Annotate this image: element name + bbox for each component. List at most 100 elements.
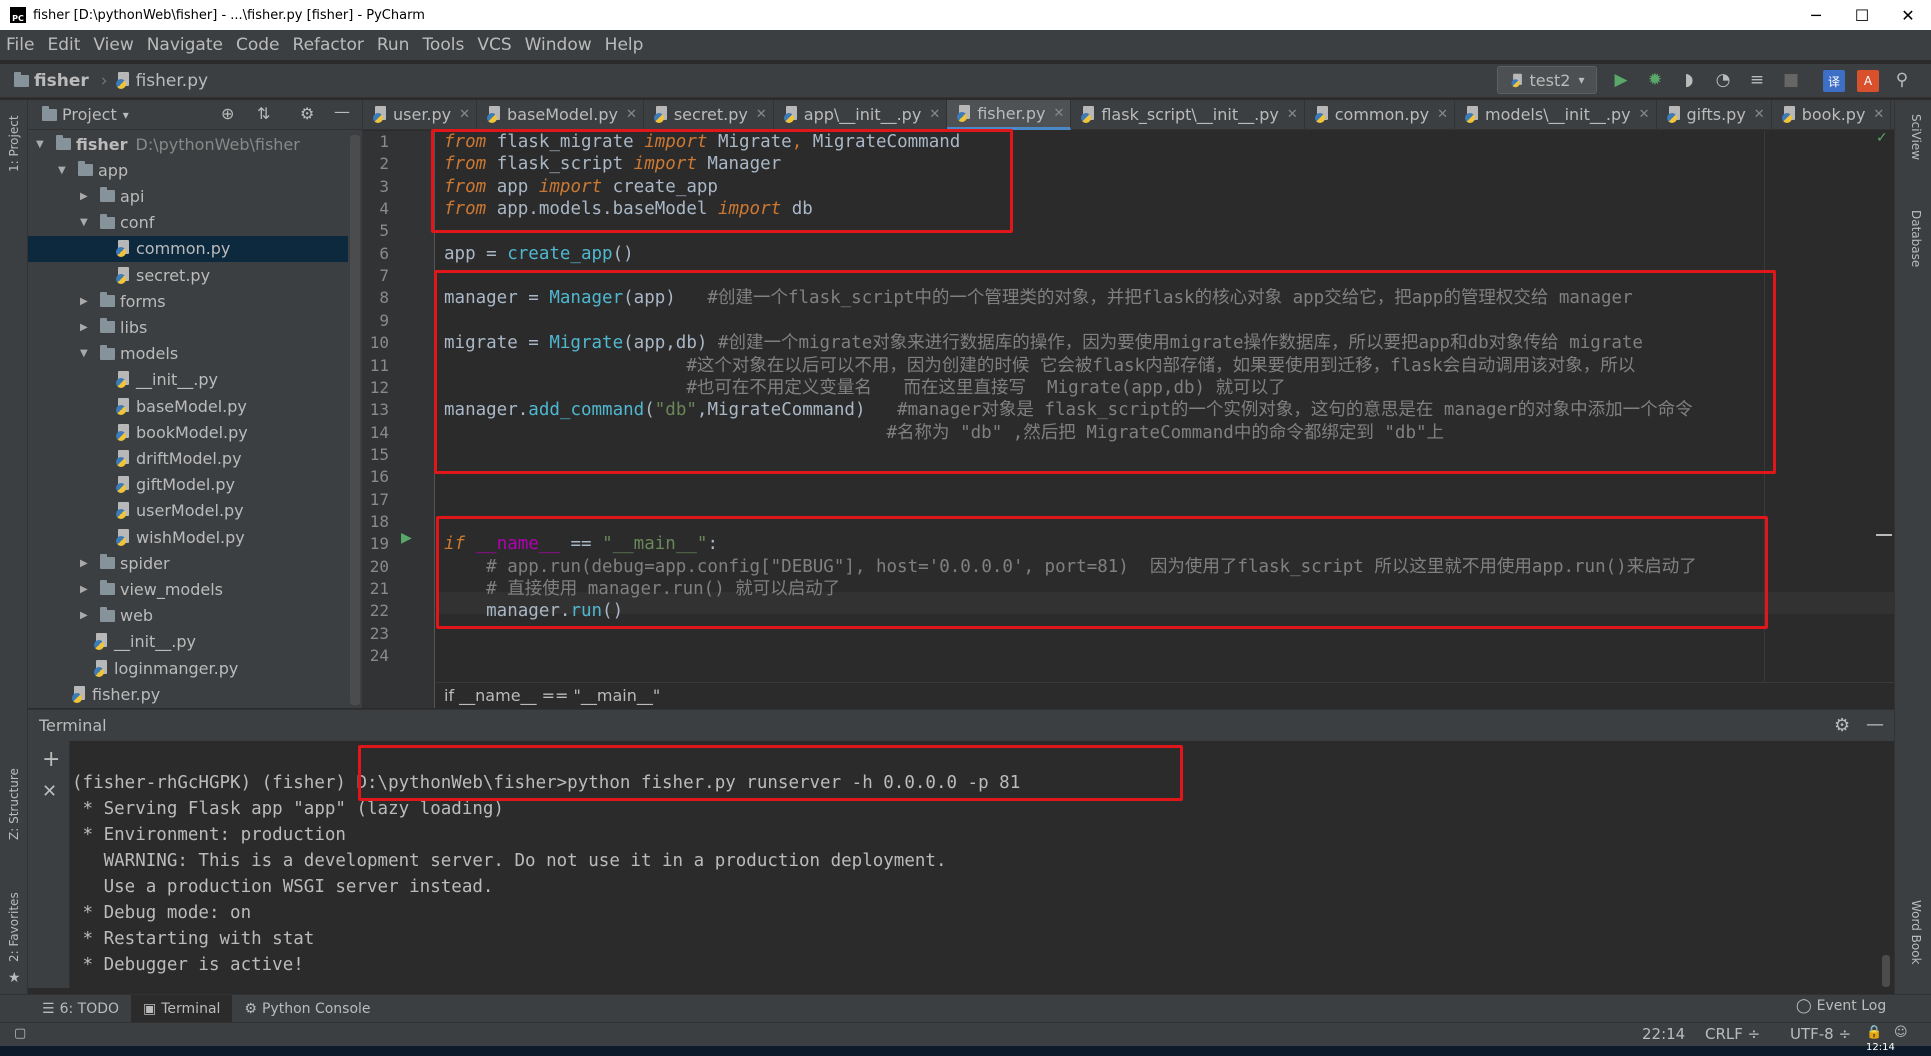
plugin-icon[interactable]: A xyxy=(1857,70,1879,92)
expand-arrow-icon[interactable]: ▶ xyxy=(80,296,94,307)
menu-item-refactor[interactable]: Refactor xyxy=(293,35,364,55)
close-button[interactable]: ✕ xyxy=(1885,6,1931,25)
tree-item-bookmodel-py[interactable]: bookModel.py xyxy=(28,419,348,445)
tab-book-py[interactable]: book.py ✕ xyxy=(1772,99,1892,130)
menu-item-edit[interactable]: Edit xyxy=(47,35,80,55)
tab-models-init-py[interactable]: models\__init__.py ✕ xyxy=(1455,99,1657,130)
search-icon[interactable]: ⚲ xyxy=(1892,70,1912,90)
tree-item-fisher-py[interactable]: fisher.py xyxy=(28,681,348,707)
menu-item-tools[interactable]: Tools xyxy=(422,35,464,55)
line-separator[interactable]: CRLF ÷ xyxy=(1705,1025,1760,1043)
debug-icon[interactable]: ✹ xyxy=(1645,70,1665,90)
caret-position[interactable]: 22:14 xyxy=(1642,1025,1685,1043)
collapse-all-icon[interactable]: ⇅ xyxy=(257,104,270,123)
panel-toggle-icon[interactable]: ▢ xyxy=(14,1026,26,1041)
expand-arrow-icon[interactable]: ▶ xyxy=(80,322,94,333)
expand-arrow-icon[interactable]: ▼ xyxy=(80,217,94,228)
hide-panel-icon[interactable]: — xyxy=(334,102,350,121)
tree-item-libs[interactable]: ▶ libs xyxy=(28,314,348,340)
tree-item--init-py[interactable]: __init__.py xyxy=(28,629,348,655)
tab-close-icon[interactable]: ✕ xyxy=(1873,107,1884,122)
tab-fisher-py[interactable]: fisher.py ✕ xyxy=(947,99,1072,130)
tab-close-icon[interactable]: ✕ xyxy=(1437,107,1448,122)
project-view-select[interactable]: Project xyxy=(62,105,117,124)
tab-close-icon[interactable]: ✕ xyxy=(626,107,637,122)
bottom-tab-6-todo[interactable]: ☰ 6: TODO xyxy=(30,995,131,1023)
tree-item-models[interactable]: ▼ models xyxy=(28,341,348,367)
expand-arrow-icon[interactable]: ▼ xyxy=(80,348,94,359)
breadcrumb-project[interactable]: fisher › xyxy=(14,71,116,91)
expand-arrow-icon[interactable]: ▶ xyxy=(80,610,94,621)
run-gutter-icon[interactable]: ▶ xyxy=(401,530,412,546)
menu-item-view[interactable]: View xyxy=(93,35,133,55)
gear-icon[interactable]: ⚙ xyxy=(300,104,314,123)
tab-gifts-py[interactable]: gifts.py ✕ xyxy=(1657,99,1772,130)
stop-icon[interactable]: ■ xyxy=(1781,70,1801,90)
lock-icon[interactable]: 🔒 xyxy=(1866,1025,1882,1040)
terminal-hide-icon[interactable]: — xyxy=(1866,714,1884,735)
expand-arrow-icon[interactable]: ▼ xyxy=(36,139,50,150)
tree-item-spider[interactable]: ▶ spider xyxy=(28,550,348,576)
tree-scrollbar[interactable] xyxy=(350,135,360,705)
tab-close-icon[interactable]: ✕ xyxy=(929,107,940,122)
expand-arrow-icon[interactable]: ▶ xyxy=(80,584,94,595)
tree-item-view-models[interactable]: ▶ view_models xyxy=(28,576,348,602)
tab-flask-script-init-py[interactable]: flask_script\__init__.py ✕ xyxy=(1071,99,1305,130)
tab-close-icon[interactable]: ✕ xyxy=(1287,107,1298,122)
tree-item-forms[interactable]: ▶ forms xyxy=(28,288,348,314)
menu-item-help[interactable]: Help xyxy=(605,35,644,55)
build-icon[interactable]: ≡ xyxy=(1747,70,1767,90)
tree-item-common-py[interactable]: common.py xyxy=(28,235,348,262)
tree-item-secret-py[interactable]: secret.py xyxy=(28,262,348,288)
sciview-tool-button[interactable]: SciView xyxy=(1909,114,1923,160)
menu-item-run[interactable]: Run xyxy=(377,35,410,55)
tab-secret-py[interactable]: secret.py ✕ xyxy=(644,99,774,130)
tree-item-conf[interactable]: ▼ conf xyxy=(28,210,348,236)
translate-icon[interactable]: 译 xyxy=(1823,70,1845,92)
new-session-icon[interactable]: + xyxy=(42,747,60,772)
favorites-tool-button[interactable]: 2: Favorites xyxy=(7,892,21,962)
expand-arrow-icon[interactable]: ▶ xyxy=(80,191,94,202)
tab-user-py[interactable]: user.py ✕ xyxy=(363,99,478,130)
tab-common-py[interactable]: common.py ✕ xyxy=(1305,99,1456,130)
tree-item-app[interactable]: ▼ app xyxy=(28,157,348,183)
run-configuration-select[interactable]: test2 ▾ xyxy=(1497,66,1597,94)
tree-item-loginmanger-py[interactable]: loginmanger.py xyxy=(28,655,348,681)
wordbook-tool-button[interactable]: Word Book xyxy=(1909,900,1923,965)
menu-item-file[interactable]: File xyxy=(6,35,34,55)
tab-close-icon[interactable]: ✕ xyxy=(756,107,767,122)
tree-item-fisher[interactable]: ▼ fisher D:\pythonWeb\fisher xyxy=(28,131,348,157)
tab-close-icon[interactable]: ✕ xyxy=(459,107,470,122)
editor-breadcrumb[interactable]: if __name__ == "__main__" xyxy=(436,682,1894,708)
expand-arrow-icon[interactable]: ▼ xyxy=(58,165,72,176)
database-tool-button[interactable]: Database xyxy=(1909,210,1923,267)
coverage-icon[interactable]: ◗ xyxy=(1679,70,1699,90)
event-log-button[interactable]: ◯ Event Log xyxy=(1796,998,1886,1014)
close-session-icon[interactable]: ✕ xyxy=(42,781,57,802)
tab-close-icon[interactable]: ✕ xyxy=(1754,107,1765,122)
inspector-icon[interactable]: ☺ xyxy=(1894,1025,1908,1040)
breadcrumb-file[interactable]: fisher.py xyxy=(115,71,208,91)
tab-app-init-py[interactable]: app\__init__.py ✕ xyxy=(774,99,948,130)
menu-item-window[interactable]: Window xyxy=(525,35,592,55)
tree-item-driftmodel-py[interactable]: driftModel.py xyxy=(28,445,348,471)
locate-icon[interactable]: ⊕ xyxy=(221,104,234,123)
profile-icon[interactable]: ◔ xyxy=(1713,70,1733,90)
tree-item-api[interactable]: ▶ api xyxy=(28,183,348,209)
tab-basemodel-py[interactable]: baseModel.py ✕ xyxy=(477,99,644,130)
tree-item-basemodel-py[interactable]: baseModel.py xyxy=(28,393,348,419)
terminal-gear-icon[interactable]: ⚙ xyxy=(1834,715,1850,736)
maximize-button[interactable]: ☐ xyxy=(1839,6,1885,25)
file-encoding[interactable]: UTF-8 ÷ xyxy=(1790,1025,1851,1043)
expand-arrow-icon[interactable]: ▶ xyxy=(80,558,94,569)
bottom-tab-python-console[interactable]: ⚙ Python Console xyxy=(232,995,382,1023)
terminal-scrollbar[interactable] xyxy=(1882,955,1890,987)
menu-item-navigate[interactable]: Navigate xyxy=(147,35,223,55)
run-icon[interactable]: ▶ xyxy=(1611,70,1631,90)
tree-item-usermodel-py[interactable]: userModel.py xyxy=(28,498,348,524)
menu-item-vcs[interactable]: VCS xyxy=(477,35,511,55)
tab-close-icon[interactable]: ✕ xyxy=(1639,107,1650,122)
menu-item-code[interactable]: Code xyxy=(236,35,280,55)
tree-item-giftmodel-py[interactable]: giftModel.py xyxy=(28,472,348,498)
structure-tool-button[interactable]: Z: Structure xyxy=(7,768,21,840)
